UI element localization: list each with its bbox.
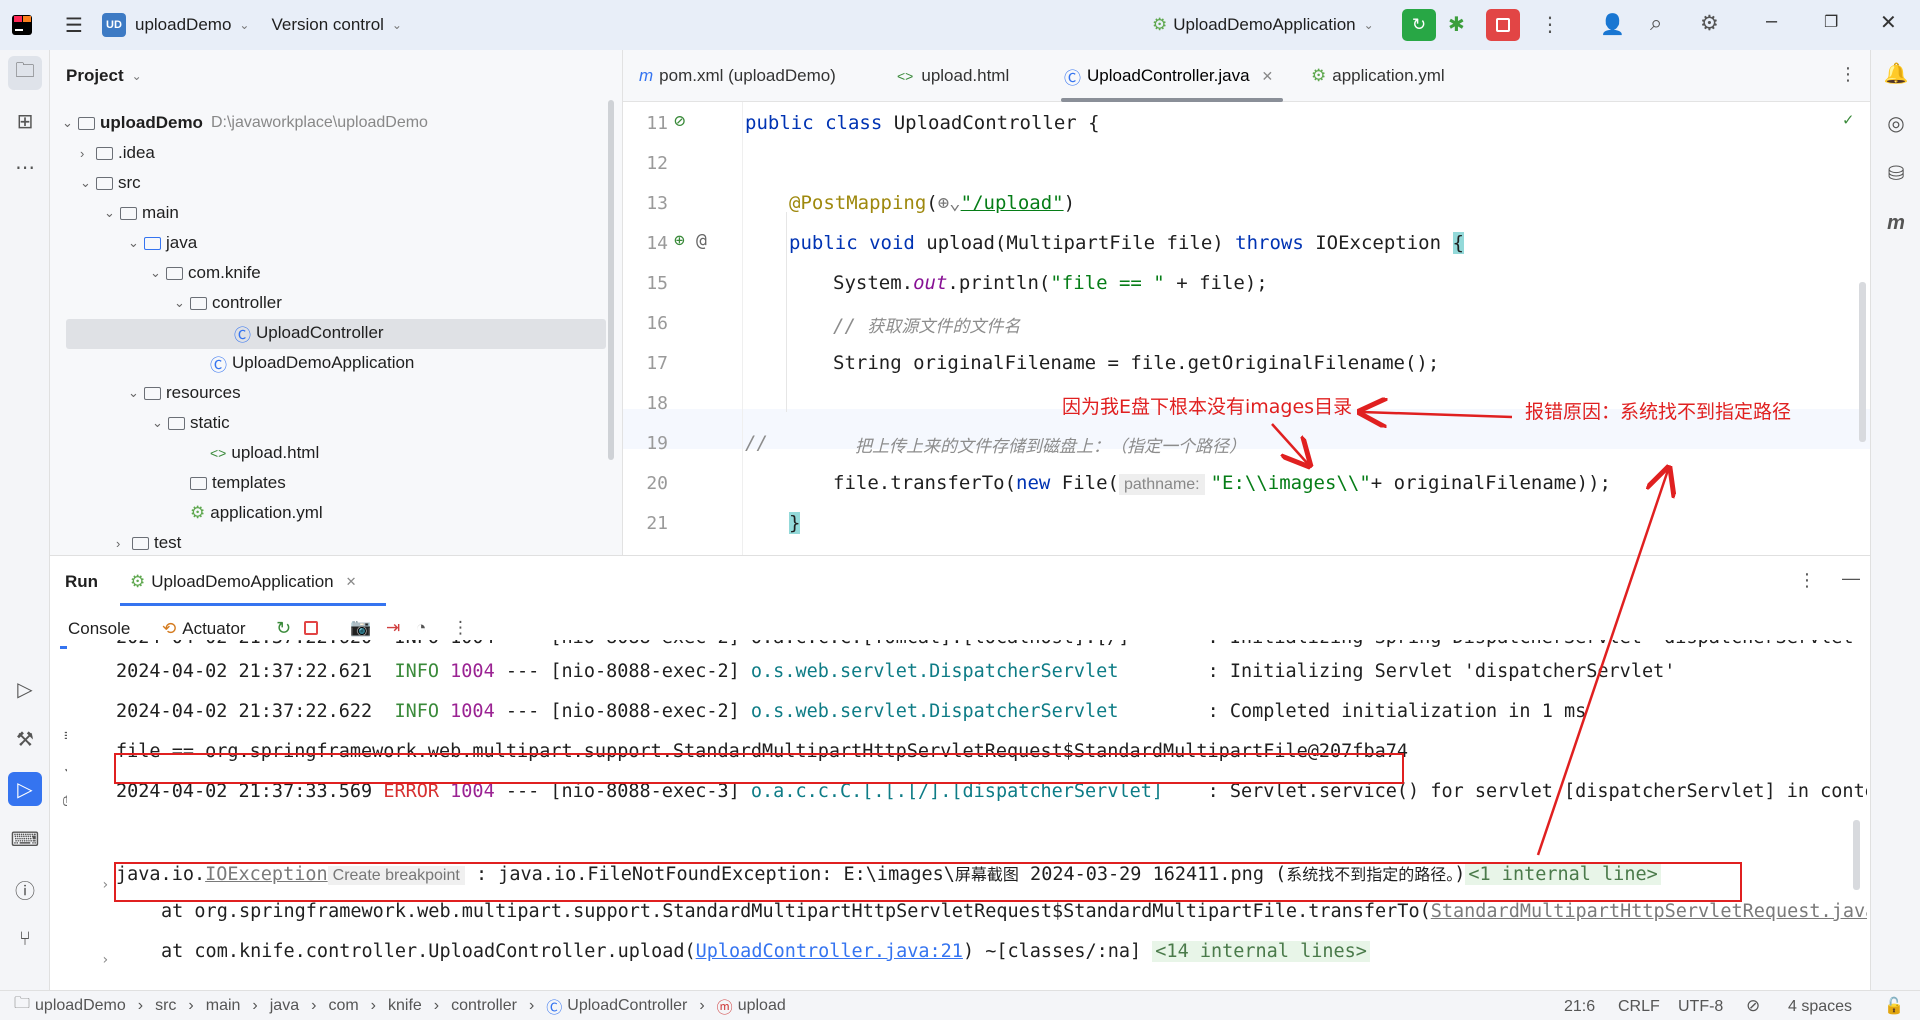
annotation-arrows — [1271, 0, 1920, 856]
breadcrumb-item[interactable]: knife — [388, 997, 422, 1015]
file-encoding[interactable]: UTF-8 — [1678, 998, 1723, 1016]
breadcrumb-item[interactable]: uploadDemo — [35, 997, 126, 1015]
breadcrumb-item[interactable]: UploadController — [567, 997, 687, 1015]
breadcrumb-item[interactable]: java — [270, 997, 299, 1015]
module-folder-icon: 🗀 — [14, 995, 31, 1012]
arrow-from-exception — [1536, 470, 1668, 856]
breadcrumb-item[interactable]: upload — [738, 997, 786, 1015]
breadcrumb-item[interactable]: com — [328, 997, 358, 1015]
breadcrumb-item[interactable]: controller — [451, 997, 517, 1015]
lock-icon[interactable]: 🔓 — [1884, 996, 1904, 1016]
caret-position[interactable]: 21:6 — [1564, 998, 1595, 1016]
method-icon: ⓜ — [716, 999, 733, 1017]
breadcrumb-item[interactable]: src — [155, 997, 176, 1015]
breadcrumb-item[interactable]: main — [206, 997, 241, 1015]
indent-setting[interactable]: 4 spaces — [1788, 998, 1852, 1016]
inspection-icon[interactable]: ⊘ — [1746, 996, 1760, 1016]
breadcrumb: 🗀 uploadDemo › src › main › java › com › knif… — [14, 992, 786, 1019]
line-separator[interactable]: CRLF — [1618, 998, 1660, 1016]
arrow-to-note — [1362, 412, 1513, 417]
arrow-to-path-string — [1271, 423, 1308, 464]
class-icon: Ⓒ — [546, 999, 563, 1017]
status-bar: 🗀 uploadDemo › src › main › java › com › knif… — [0, 990, 1920, 1020]
